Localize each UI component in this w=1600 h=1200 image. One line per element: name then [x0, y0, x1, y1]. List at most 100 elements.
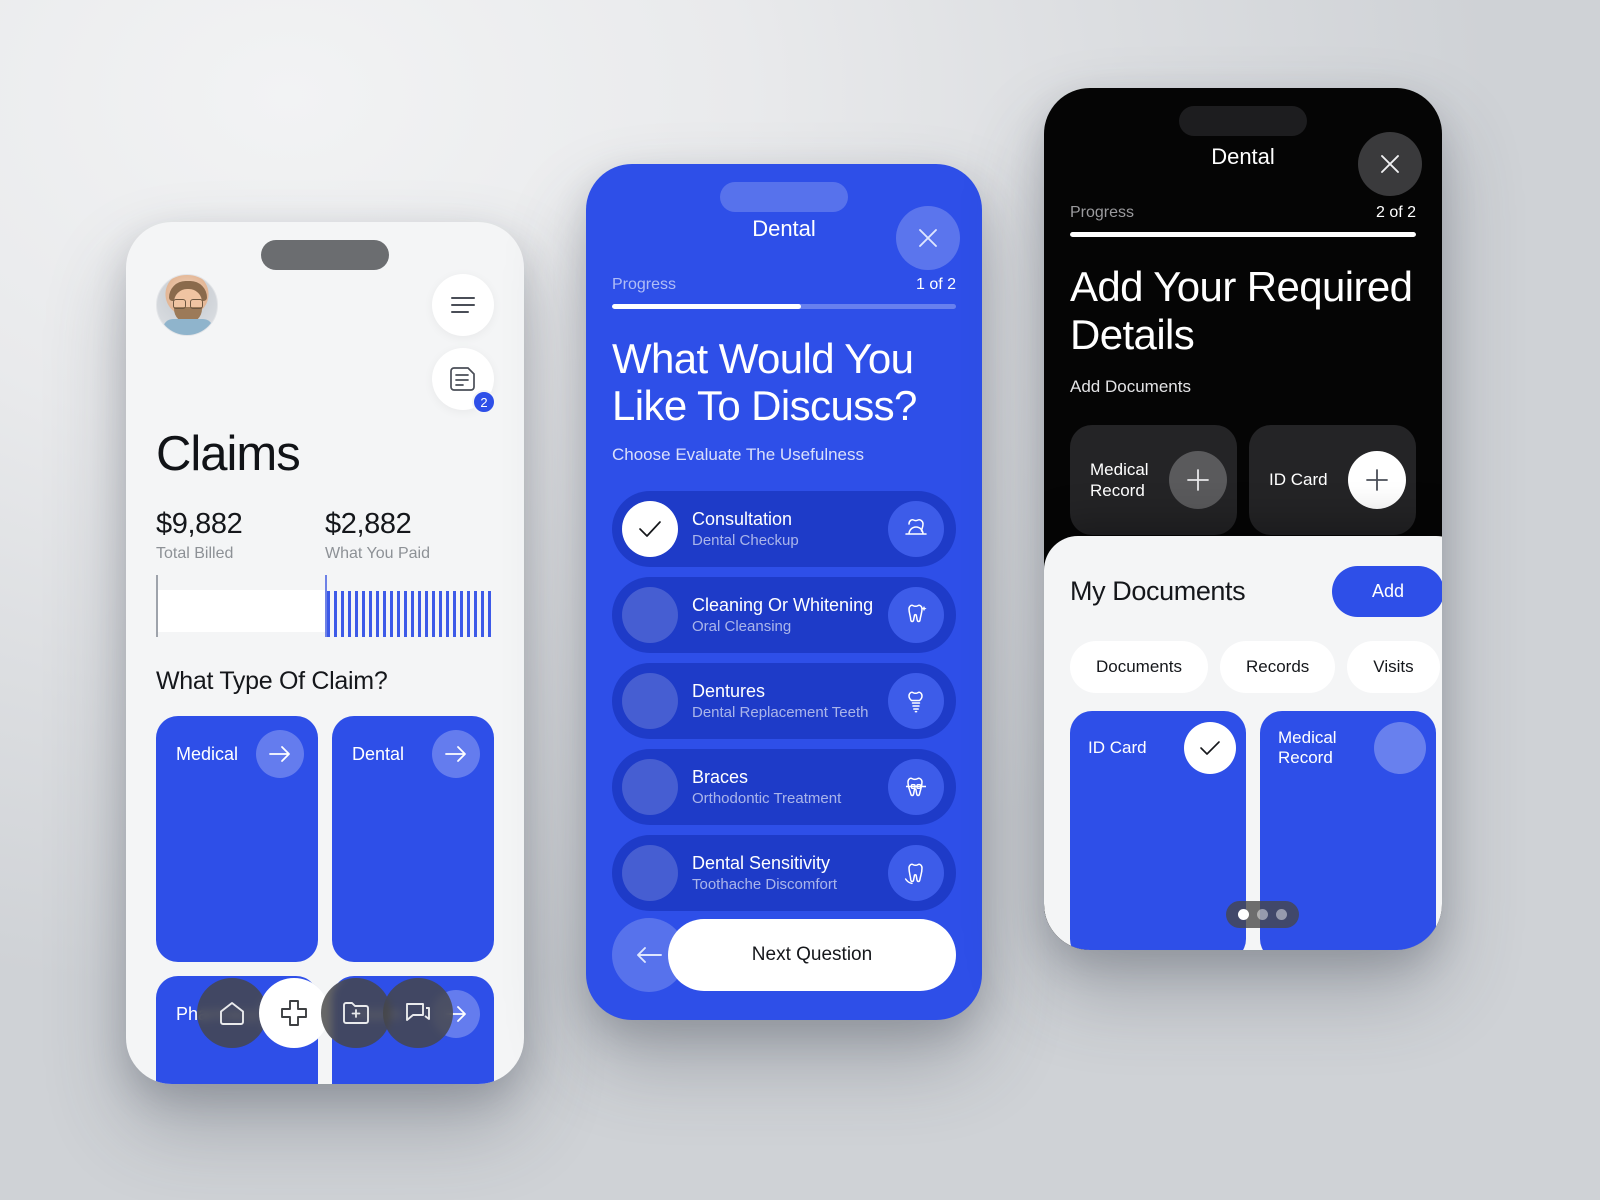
option-text: Consultation Dental Checkup	[692, 509, 874, 549]
subheadline: Add Documents	[1070, 376, 1191, 396]
bar-total-billed	[156, 575, 325, 637]
arrow-right-icon[interactable]	[432, 730, 480, 778]
option-text: Cleaning Or Whitening Oral Cleansing	[692, 595, 874, 635]
progress-bar	[1070, 232, 1416, 237]
progress-label: Progress	[1070, 204, 1135, 221]
option-subtitle: Orthodontic Treatment	[692, 790, 842, 808]
claim-card-medical[interactable]: Medical	[156, 716, 318, 962]
tab-home[interactable]	[197, 978, 267, 1048]
upload-card-label: Medical Record	[1090, 459, 1149, 500]
option-title: Dentures	[692, 681, 766, 702]
document-card-label: Medical Record	[1278, 727, 1337, 767]
option-radio[interactable]	[622, 587, 678, 644]
pager-dot	[1238, 909, 1249, 920]
document-card-label: ID Card	[1088, 737, 1147, 757]
option-radio[interactable]	[622, 759, 678, 816]
tab-add[interactable]	[259, 978, 329, 1048]
dynamic-island	[720, 182, 848, 212]
document-note-icon	[450, 367, 475, 391]
claims-top-row: 2	[156, 252, 496, 414]
progress-count: 2 of 2	[1375, 204, 1416, 221]
pager-dot	[1257, 909, 1268, 920]
avatar[interactable]	[156, 274, 218, 336]
bar-what-you-paid	[325, 575, 494, 637]
claim-card-dental[interactable]: Dental	[332, 716, 494, 962]
option-title: Consultation	[692, 509, 793, 530]
check-icon	[639, 521, 661, 537]
tooth-sparkle-icon	[888, 587, 944, 644]
option-braces[interactable]: Braces Orthodontic Treatment	[612, 749, 956, 826]
plus-cross-icon	[281, 1000, 307, 1026]
option-dental-sensitivity[interactable]: Dental Sensitivity Toothache Discomfort	[612, 835, 956, 912]
upload-card-label: ID Card	[1269, 470, 1328, 490]
stat-value: $2,882	[325, 508, 412, 540]
upload-card-medical-record[interactable]: Medical Record	[1070, 424, 1237, 535]
close-x-icon	[1381, 155, 1399, 173]
option-text: Dental Sensitivity Toothache Discomfort	[692, 853, 874, 893]
mockup-stage: 2 Claims $9,882 Total Billed $2,882 What…	[0, 0, 1600, 1200]
option-title: Dental Sensitivity	[692, 853, 831, 874]
option-radio[interactable]	[622, 845, 678, 902]
option-text: Dentures Dental Replacement Teeth	[692, 681, 874, 721]
empty-circle-icon[interactable]	[1374, 722, 1426, 774]
check-icon[interactable]	[1184, 722, 1236, 774]
progress-bar-fill	[1070, 232, 1416, 237]
page-title: Claims	[156, 427, 301, 481]
upload-card-id-card[interactable]: ID Card	[1249, 424, 1416, 535]
option-title: Cleaning Or Whitening	[692, 595, 874, 616]
notification-badge: 2	[472, 390, 496, 414]
carousel-pager[interactable]	[1226, 901, 1299, 928]
next-question-button[interactable]: Next Question	[668, 919, 956, 991]
tab-folder[interactable]	[321, 978, 391, 1048]
plus-icon[interactable]	[1169, 450, 1227, 509]
subheadline: Choose Evaluate The Usefulness	[612, 445, 865, 465]
stat-value: $9,882	[156, 508, 243, 540]
option-dentures[interactable]: Dentures Dental Replacement Teeth	[612, 663, 956, 740]
my-documents-sheet: My Documents Add Documents Records Visit…	[1044, 536, 1442, 950]
menu-button[interactable]	[432, 274, 494, 336]
claims-action-stack: 2	[432, 274, 496, 414]
folder-add-icon	[343, 1002, 369, 1024]
arrow-right-icon[interactable]	[256, 730, 304, 778]
option-radio[interactable]	[622, 673, 678, 730]
progress-label: Progress	[612, 276, 677, 293]
add-details-phone: Dental Progress 2 of 2 Add Your Required…	[1044, 88, 1442, 950]
option-list: Consultation Dental Checkup Cleaning Or …	[612, 491, 956, 912]
progress-count: 1 of 2	[915, 276, 956, 293]
claims-bar-chart	[156, 575, 494, 637]
progress-bar-fill	[612, 304, 802, 309]
claim-card-label: Medical	[176, 743, 239, 764]
option-subtitle: Toothache Discomfort	[692, 876, 838, 894]
option-subtitle: Dental Replacement Teeth	[692, 704, 869, 722]
plus-icon[interactable]	[1348, 450, 1406, 509]
tab-chat[interactable]	[383, 978, 453, 1048]
chat-bubbles-icon	[406, 1003, 430, 1021]
dental-question-phone: Dental Progress 1 of 2 What Would You Li…	[586, 164, 982, 1020]
close-button[interactable]	[896, 206, 960, 270]
tab-visits[interactable]: Visits	[1347, 641, 1440, 693]
headline: What Would You Like To Discuss?	[612, 335, 917, 430]
add-document-button[interactable]: Add	[1331, 566, 1442, 617]
dynamic-island	[1179, 106, 1307, 136]
progress-row: Progress 1 of 2	[612, 276, 956, 294]
option-radio[interactable]	[622, 501, 678, 558]
close-x-icon	[919, 229, 937, 247]
claims-stats: $9,882 Total Billed $2,882 What You Paid	[156, 508, 494, 563]
claim-card-label: Dental	[352, 743, 405, 764]
stat-what-you-paid: $2,882 What You Paid	[325, 508, 494, 563]
claims-phone: 2 Claims $9,882 Total Billed $2,882 What…	[126, 222, 524, 1084]
progress-bar	[612, 304, 956, 309]
home-icon	[220, 1002, 244, 1025]
tab-documents[interactable]: Documents	[1070, 641, 1208, 693]
option-text: Braces Orthodontic Treatment	[692, 767, 874, 807]
sheet-tabs: Documents Records Visits	[1070, 641, 1442, 693]
section-title: What Type Of Claim?	[156, 667, 388, 695]
option-cleaning-or-whitening[interactable]: Cleaning Or Whitening Oral Cleansing	[612, 577, 956, 654]
option-consultation[interactable]: Consultation Dental Checkup	[612, 491, 956, 568]
upload-card-row: Medical Record ID Card	[1070, 424, 1416, 535]
close-button[interactable]	[1358, 132, 1422, 196]
document-card-id-card[interactable]: ID Card	[1070, 711, 1246, 950]
progress-row: Progress 2 of 2	[1070, 204, 1416, 222]
tab-records[interactable]: Records	[1219, 641, 1336, 693]
arrow-left-icon	[637, 947, 662, 963]
